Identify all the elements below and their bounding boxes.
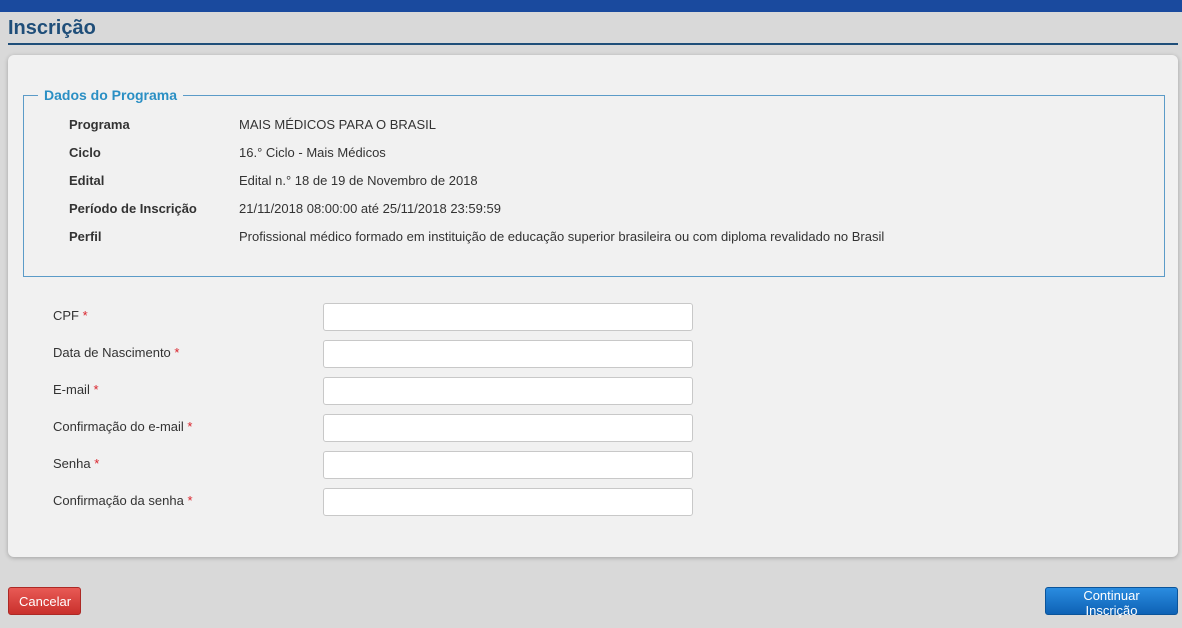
birthdate-input[interactable] [323,340,693,368]
cpf-input[interactable] [323,303,693,331]
info-value: 16.° Ciclo - Mais Médicos [239,145,386,160]
email-confirm-label: Confirmação do e-mail * [53,419,193,434]
form-row-birthdate: Data de Nascimento * [53,340,693,373]
cancel-button[interactable]: Cancelar [8,587,81,615]
info-label: Perfil [69,229,102,244]
info-value: Profissional médico formado em instituiç… [239,229,885,244]
cpf-label: CPF * [53,308,88,323]
password-input[interactable] [323,451,693,479]
info-value: Edital n.° 18 de 19 de Novembro de 2018 [239,173,478,188]
info-value: 21/11/2018 08:00:00 até 25/11/2018 23:59… [239,201,501,216]
top-bar [0,0,1182,12]
form-row-password: Senha * [53,451,693,484]
continue-registration-button[interactable]: Continuar Inscrição [1045,587,1178,618]
password-confirm-label: Confirmação da senha * [53,493,193,508]
email-input[interactable] [323,377,693,405]
form-row-cpf: CPF * [53,303,693,336]
info-label: Programa [69,117,130,132]
password-label: Senha * [53,456,100,471]
page-title: Inscrição [8,17,96,39]
email-confirm-input[interactable] [323,414,693,442]
title-divider [8,43,1178,45]
info-value: MAIS MÉDICOS PARA O BRASIL [239,117,436,132]
form-row-password-confirm: Confirmação da senha * [53,488,693,521]
email-label: E-mail * [53,382,99,397]
info-label: Edital [69,173,105,188]
info-label: Período de Inscrição [69,201,197,216]
form-row-email: E-mail * [53,377,693,410]
program-details-legend: Dados do Programa [38,87,184,103]
registration-panel: Dados do Programa Programa MAIS MÉDICOS … [8,55,1178,557]
password-confirm-input[interactable] [323,488,693,516]
birthdate-label: Data de Nascimento * [53,345,180,360]
form-row-email-confirm: Confirmação do e-mail * [53,414,693,447]
program-details-fieldset: Dados do Programa Programa MAIS MÉDICOS … [23,87,1165,277]
info-label: Ciclo [69,145,101,160]
